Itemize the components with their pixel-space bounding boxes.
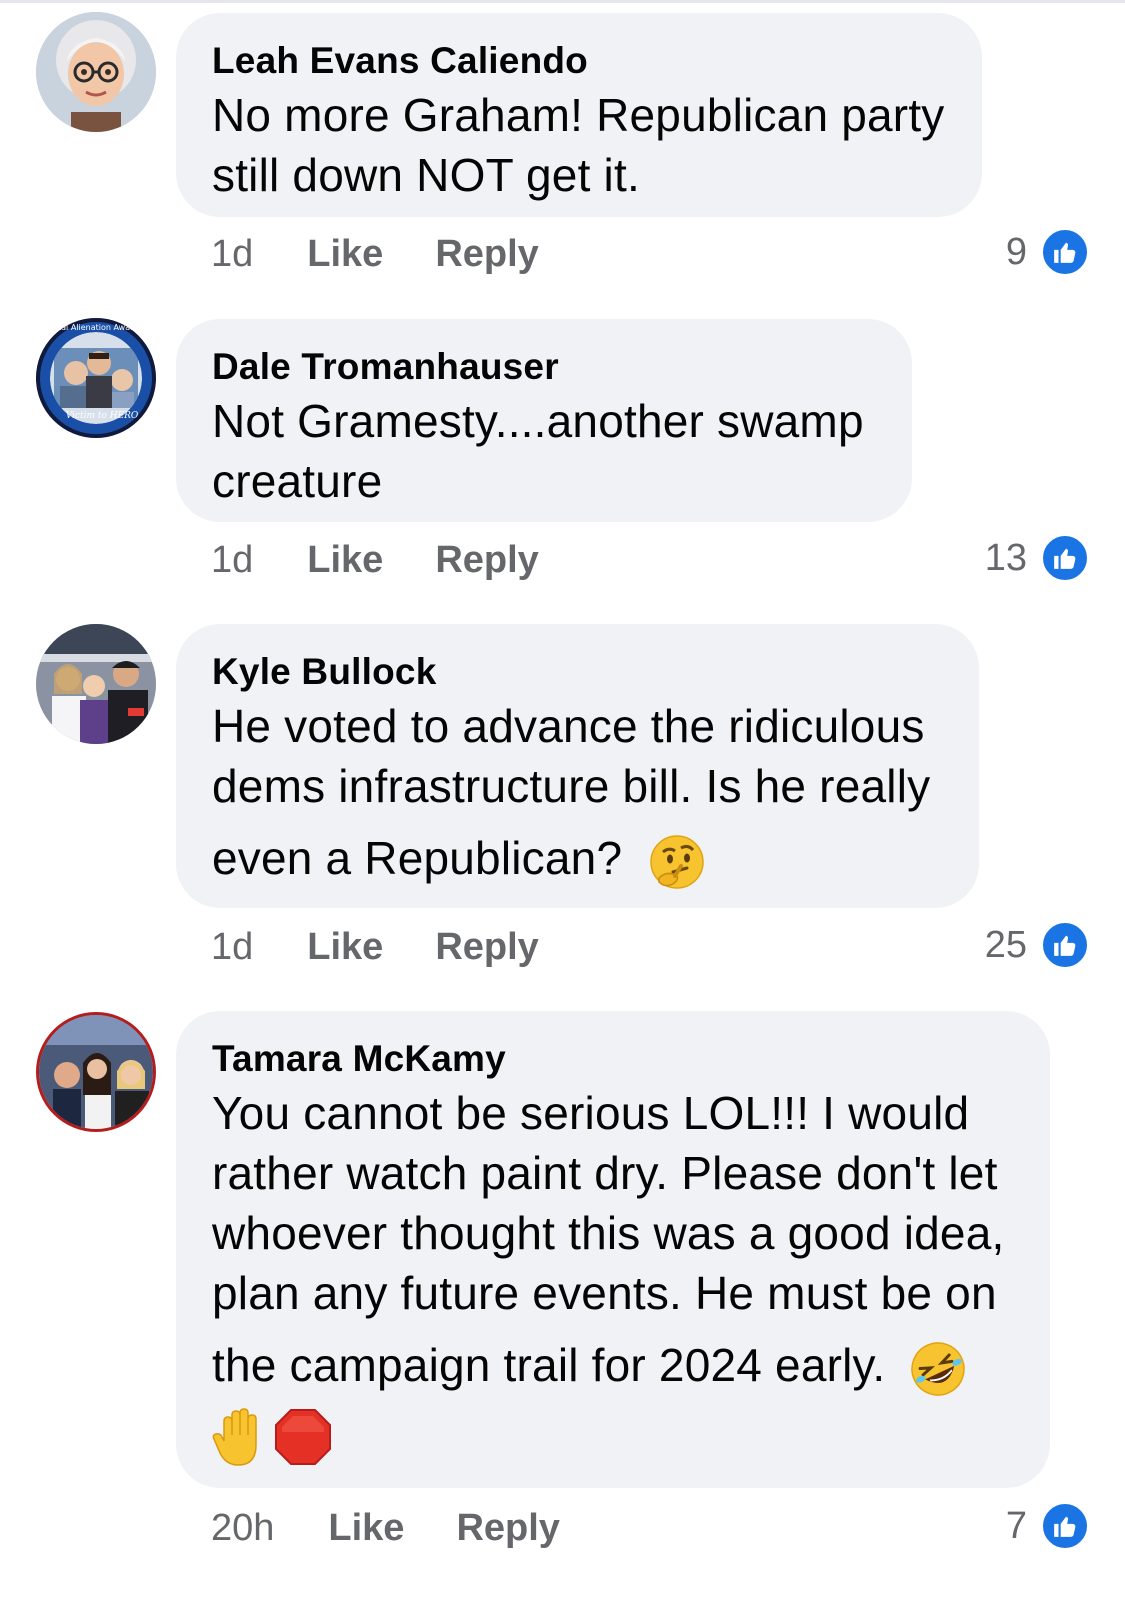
avatar[interactable] [36, 1012, 156, 1132]
comment-timestamp[interactable]: 1d [211, 229, 253, 279]
parental-alienation-awareness-avatar-icon: Parental Alienation Awareness Victim to … [36, 318, 156, 438]
comment-text-line: No more Graham! Republican party [212, 89, 945, 141]
reaction-count: 25 [984, 923, 1027, 966]
comment-bubble: Dale Tromanhauser Not Gramesty....anothe… [176, 319, 912, 522]
reaction-count: 7 [1005, 1504, 1027, 1547]
like-button[interactable]: Like [307, 229, 383, 279]
reaction-summary[interactable]: 13 [985, 533, 1089, 583]
comment-author[interactable]: Dale Tromanhauser [212, 343, 876, 391]
comment-text-line: He voted to advance the ridiculous [212, 700, 925, 752]
reaction-summary[interactable]: 7 [1006, 1501, 1089, 1551]
reaction-count: 13 [984, 536, 1027, 579]
comment-bubble: Tamara McKamy You cannot be serious LOL!… [176, 1011, 1050, 1488]
avatar[interactable]: Parental Alienation Awareness Victim to … [36, 318, 156, 438]
stop-sign-emoji-icon [274, 1408, 332, 1466]
comment-timestamp[interactable]: 1d [211, 535, 253, 585]
rolling-on-floor-laughing-emoji-icon [910, 1341, 966, 1397]
comment-text-line: rather watch paint dry. Please don't let [212, 1147, 998, 1199]
thinking-face-emoji-icon [649, 834, 705, 890]
avatar-badge-top-text: Parental Alienation Awareness [36, 323, 156, 332]
thumbs-up-icon [1041, 228, 1089, 276]
avatar[interactable] [36, 624, 156, 744]
reaction-count: 9 [1005, 230, 1027, 273]
comment-bubble: Leah Evans Caliendo No more Graham! Repu… [176, 13, 982, 217]
comment-text-line: dems infrastructure bill. Is he really [212, 760, 931, 812]
avatar[interactable] [36, 12, 156, 132]
reply-button[interactable]: Reply [435, 922, 538, 972]
thumbs-up-icon [1041, 534, 1089, 582]
avatar-badge-bottom-text: Victim to HERO [66, 411, 139, 421]
comment-actions: 20h Like Reply [211, 1503, 612, 1553]
comment-actions: 1d Like Reply [211, 922, 591, 972]
comment-text-line: the campaign trail for 2024 early. [212, 1339, 886, 1391]
like-button[interactable]: Like [328, 1503, 404, 1553]
reply-button[interactable]: Reply [435, 229, 538, 279]
raised-hand-emoji-icon [212, 1407, 268, 1467]
thumbs-up-icon [1041, 1502, 1089, 1550]
family-hockey-photo-avatar-icon [36, 624, 156, 744]
comment-author[interactable]: Leah Evans Caliendo [212, 37, 946, 85]
reply-button[interactable]: Reply [456, 1503, 559, 1553]
top-divider [0, 0, 1125, 3]
comment-bubble: Kyle Bullock He voted to advance the rid… [176, 624, 979, 908]
comment-text-line-with-emoji: the campaign trail for 2024 early. [212, 1335, 1014, 1397]
comment-actions: 1d Like Reply [211, 535, 591, 585]
cartoon-woman-avatar-icon [36, 12, 156, 132]
comment-text-line-with-emoji: even a Republican? [212, 828, 943, 890]
comment-actions: 1d Like Reply [211, 229, 591, 279]
thumbs-up-icon [1041, 921, 1089, 969]
like-button[interactable]: Like [307, 535, 383, 585]
reply-button[interactable]: Reply [435, 535, 538, 585]
comment-text-line: creature [212, 455, 383, 507]
comment-text-line: Not Gramesty....another swamp [212, 395, 864, 447]
like-button[interactable]: Like [307, 922, 383, 972]
comment-timestamp[interactable]: 20h [211, 1503, 274, 1553]
reaction-summary[interactable]: 25 [985, 920, 1089, 970]
comment-text-line: even a Republican? [212, 832, 623, 884]
comment-text-line: plan any future events. He must be on [212, 1267, 997, 1319]
comment-text-line: You cannot be serious LOL!!! I would [212, 1087, 970, 1139]
comment-author[interactable]: Tamara McKamy [212, 1035, 1014, 1083]
comment-text-line: still down NOT get it. [212, 149, 640, 201]
comment-author[interactable]: Kyle Bullock [212, 648, 943, 696]
emoji-row [212, 1405, 1014, 1469]
reaction-summary[interactable]: 9 [1006, 227, 1089, 277]
comment-text-line: whoever thought this was a good idea, [212, 1207, 1005, 1259]
group-selfie-avatar-icon [39, 1015, 153, 1129]
comment-timestamp[interactable]: 1d [211, 922, 253, 972]
